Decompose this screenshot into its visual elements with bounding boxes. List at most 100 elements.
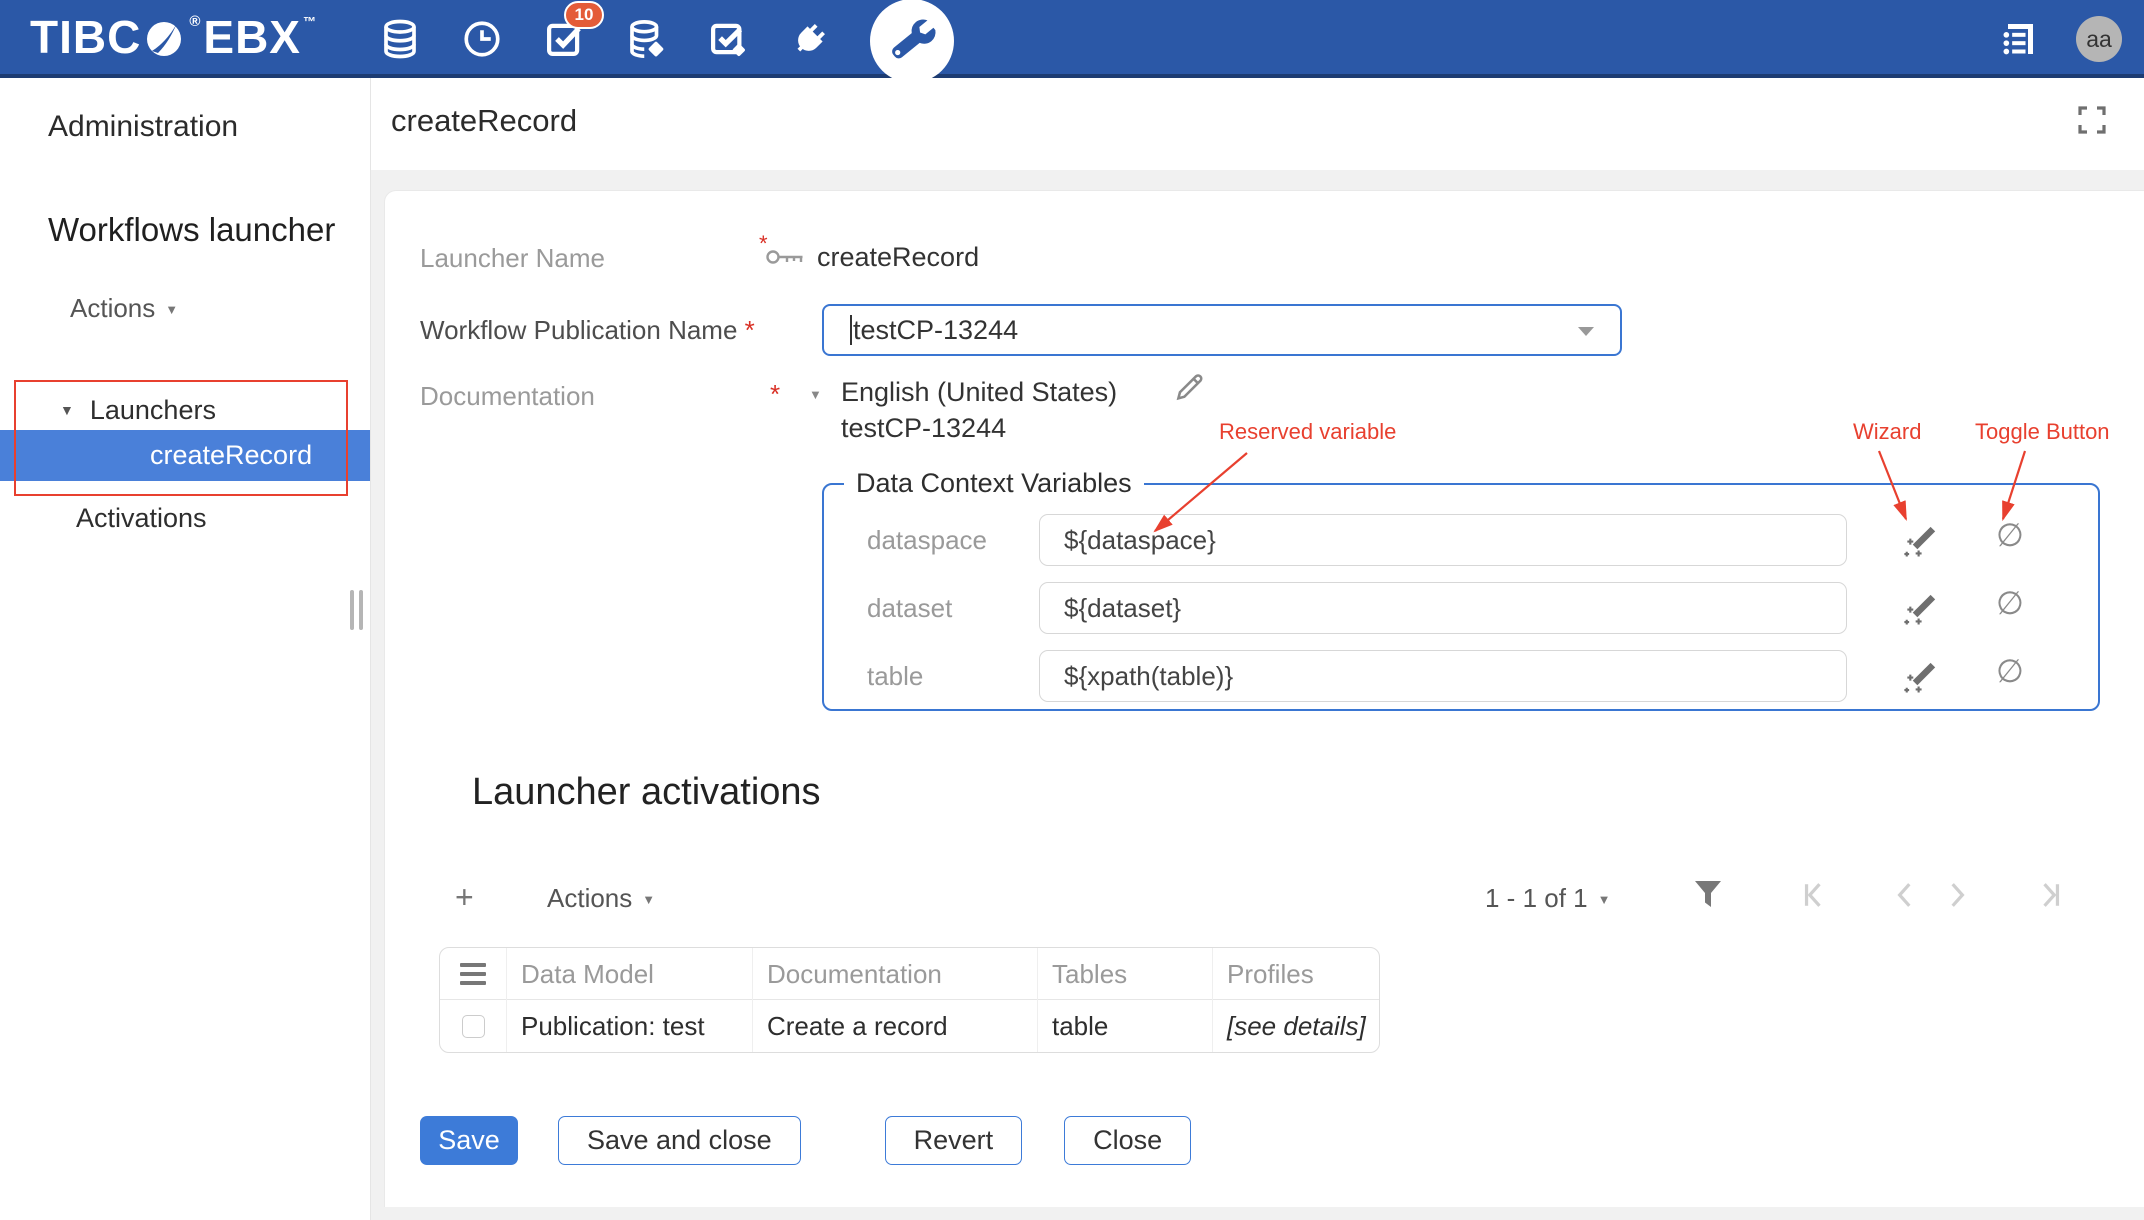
dataspaces-icon[interactable] (378, 17, 422, 61)
annotation-reserved-variable: Reserved variable (1219, 419, 1396, 445)
history-clock-icon[interactable] (460, 17, 504, 61)
context-variable-row: table ∅ (824, 650, 2098, 702)
tibco-ebx-logo: TIBC ®EBX™ (30, 0, 319, 74)
drag-handle-icon[interactable] (440, 948, 506, 1000)
administration-wrench-icon[interactable] (870, 0, 954, 83)
fieldset-legend: Data Context Variables (844, 468, 1144, 499)
variable-value-input[interactable] (1039, 514, 1847, 566)
table-row[interactable]: Publication: test Create a record table … (440, 1000, 1379, 1052)
trademark-mark: ™ (303, 14, 317, 29)
required-asterisk: * (745, 315, 755, 345)
revert-button[interactable]: Revert (885, 1116, 1023, 1165)
main-header: createRecord (371, 78, 2144, 170)
tibco-o-swoosh-icon (142, 15, 186, 59)
activations-heading: Launcher activations (472, 771, 821, 814)
required-asterisk: * (759, 231, 768, 257)
workflow-publication-name-combobox[interactable] (822, 304, 1622, 356)
cell-profiles[interactable]: [see details] (1212, 1000, 1380, 1052)
wizard-wand-icon[interactable] (1902, 658, 1940, 701)
page-title: createRecord (391, 103, 577, 139)
cell-documentation: Create a record (752, 1000, 1037, 1052)
tasks-icon[interactable]: 10 (542, 17, 586, 61)
main-body: Launcher Name * createRecord Workflow Pu… (371, 170, 2144, 1220)
tree-expand-icon[interactable]: ▼ (60, 402, 74, 418)
sidebar-resize-handle[interactable] (350, 590, 363, 630)
save-and-close-button[interactable]: Save and close (558, 1116, 801, 1165)
cell-data-model: Publication: test (506, 1000, 752, 1052)
combobox-dropdown-icon[interactable] (1578, 327, 1594, 336)
sidebar-item-activations[interactable]: Activations (76, 503, 207, 534)
text-cursor (850, 315, 852, 345)
close-button[interactable]: Close (1064, 1116, 1191, 1165)
documentation-value: testCP-13244 (841, 413, 1006, 444)
activations-table: Data Model Documentation Tables Profiles… (439, 947, 1380, 1053)
topbar-right: aa (1996, 0, 2122, 78)
launcher-name-label: Launcher Name (420, 243, 605, 274)
variable-name: table (867, 650, 997, 702)
locale-expand-icon[interactable]: ▼ (809, 387, 822, 402)
toggle-null-icon[interactable]: ∅ (1996, 584, 2024, 622)
column-header[interactable]: Documentation (752, 948, 1037, 1000)
launcher-name-value: createRecord (817, 242, 979, 273)
integrations-plug-icon[interactable] (788, 17, 832, 61)
activations-actions-menu[interactable]: Actions▼ (547, 883, 655, 914)
sidebar-item-launchers[interactable]: ▼ Launchers (60, 388, 216, 432)
sidebar-section-title: Administration (48, 110, 238, 144)
cell-tables: table (1037, 1000, 1212, 1052)
sidebar-actions-menu[interactable]: Actions▼ (70, 293, 178, 324)
wizard-wand-icon[interactable] (1902, 590, 1940, 633)
form-card: Launcher Name * createRecord Workflow Pu… (384, 190, 2144, 1207)
pagination-last-icon[interactable] (2037, 881, 2065, 914)
add-activation-button[interactable]: + (455, 879, 474, 916)
pagination-prev-icon[interactable] (1891, 881, 1919, 914)
annotation-toggle-button: Toggle Button (1975, 419, 2110, 445)
perspectives-list-icon[interactable] (1996, 17, 2040, 61)
primary-key-icon: * (763, 239, 809, 275)
record-count-selector[interactable]: 1 - 1 of 1▼ (1485, 883, 1611, 914)
workflow-publication-name-input[interactable] (853, 315, 1543, 346)
top-bar: TIBC ®EBX™ 10 aa (0, 0, 2144, 78)
data-models-icon[interactable] (624, 17, 668, 61)
chevron-down-icon: ▼ (165, 302, 178, 317)
filter-funnel-icon[interactable] (1693, 879, 1723, 916)
variable-name: dataspace (867, 514, 997, 566)
toggle-null-icon[interactable]: ∅ (1996, 652, 2024, 690)
variable-value-input[interactable] (1039, 650, 1847, 702)
variable-name: dataset (867, 582, 997, 634)
main-area: createRecord Launcher Name * createRecor… (370, 78, 2144, 1220)
column-header[interactable]: Profiles (1212, 948, 1380, 1000)
logo-tibc-text: TIBC (30, 10, 141, 64)
column-header[interactable]: Tables (1037, 948, 1212, 1000)
workflow-publication-name-label: Workflow Publication Name * (420, 315, 755, 346)
edit-pencil-icon[interactable] (1173, 371, 1207, 410)
chevron-down-icon: ▼ (1598, 892, 1611, 907)
form-buttons: Save Save and close Revert Close (420, 1116, 1191, 1165)
save-button[interactable]: Save (420, 1116, 518, 1165)
fullscreen-icon[interactable] (2076, 104, 2108, 141)
notification-badge: 10 (564, 1, 604, 29)
row-checkbox[interactable] (462, 1015, 485, 1038)
pagination-next-icon[interactable] (1943, 881, 1971, 914)
registered-mark: ® (189, 13, 201, 30)
logo-ebx-text: EBX (203, 10, 301, 64)
table-header-row: Data Model Documentation Tables Profiles (440, 948, 1379, 1000)
toggle-null-icon[interactable]: ∅ (1996, 516, 2024, 554)
context-variable-row: dataspace ∅ (824, 514, 2098, 566)
variable-value-input[interactable] (1039, 582, 1847, 634)
context-variable-row: dataset ∅ (824, 582, 2098, 634)
pagination-first-icon[interactable] (1799, 881, 1827, 914)
annotation-wizard: Wizard (1853, 419, 1921, 445)
column-header[interactable]: Data Model (506, 948, 752, 1000)
data-context-variables-fieldset: Data Context Variables dataspace ∅ datas… (822, 483, 2100, 711)
required-asterisk: * (770, 379, 780, 410)
documentation-label: Documentation (420, 381, 595, 412)
sidebar-item-createrecord[interactable]: createRecord (0, 430, 370, 481)
sidebar-page-title: Workflows launcher (48, 211, 335, 249)
topbar-nav: 10 (378, 0, 954, 78)
user-avatar[interactable]: aa (2076, 16, 2122, 62)
sidebar: Administration Workflows launcher Action… (0, 78, 370, 1220)
wizard-wand-icon[interactable] (1902, 522, 1940, 565)
documentation-locale: English (United States) (841, 377, 1117, 408)
validation-icon[interactable] (706, 17, 750, 61)
chevron-down-icon: ▼ (642, 892, 655, 907)
